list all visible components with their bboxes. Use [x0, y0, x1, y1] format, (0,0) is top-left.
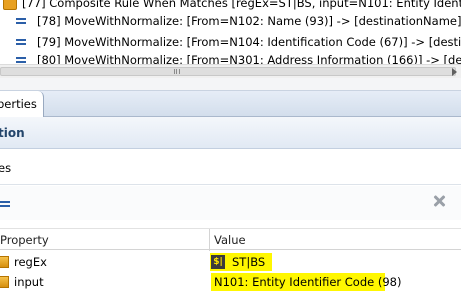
- property-name: regEx: [14, 255, 47, 269]
- view-tab-bar: perties: [0, 91, 461, 117]
- column-header-value[interactable]: Value: [214, 229, 246, 251]
- table-row[interactable]: regEx $| ST|BS: [0, 252, 461, 272]
- rule-tree[interactable]: [77] Composite Rule When Matches [regEx=…: [0, 0, 461, 64]
- column-header-property[interactable]: Property: [0, 229, 49, 251]
- tree-item-label: [78] MoveWithNormalize: [From=N102: Name…: [37, 14, 461, 28]
- tree-item-label: [77] Composite Rule When Matches [regEx=…: [22, 0, 461, 10]
- section-label: es: [0, 161, 12, 175]
- regex-icon: $|: [211, 255, 225, 269]
- scrollbar-thumb[interactable]: [0, 67, 456, 76]
- property-icon: [0, 256, 9, 268]
- properties-section-tab[interactable]: es: [0, 150, 461, 185]
- list-icon: [16, 56, 28, 64]
- page-title: tion: [0, 126, 25, 140]
- properties-toolbar: [0, 186, 461, 220]
- tree-item-label: [80] MoveWithNormalize: [From=N301: Addr…: [37, 53, 461, 64]
- table-header: Property Value: [0, 228, 461, 251]
- tree-item-label: [79] MoveWithNormalize: [From=N104: Iden…: [37, 35, 461, 49]
- property-name: input: [14, 275, 44, 289]
- property-value[interactable]: N101: Entity Identifier Code (98): [214, 272, 401, 292]
- column-divider[interactable]: [209, 229, 210, 251]
- scroll-right-arrow-icon[interactable]: [452, 68, 457, 76]
- property-icon: [0, 276, 9, 288]
- list-icon: [16, 38, 28, 47]
- list-icon: [16, 17, 28, 26]
- table-row[interactable]: input N101: Entity Identifier Code (98): [0, 272, 461, 292]
- property-value[interactable]: ST|BS: [232, 252, 265, 272]
- list-icon[interactable]: [0, 200, 12, 209]
- view-separator: [0, 78, 461, 91]
- properties-table: Property Value regEx $| ST|BS input N101…: [0, 228, 461, 300]
- warning-icon: [3, 0, 17, 10]
- scrollbar-grip-icon: [174, 69, 180, 74]
- tab-properties[interactable]: perties: [0, 91, 44, 117]
- tab-label: perties: [0, 97, 37, 111]
- close-icon[interactable]: [432, 194, 446, 208]
- horizontal-scrollbar[interactable]: [0, 64, 461, 78]
- properties-title: tion: [0, 117, 461, 149]
